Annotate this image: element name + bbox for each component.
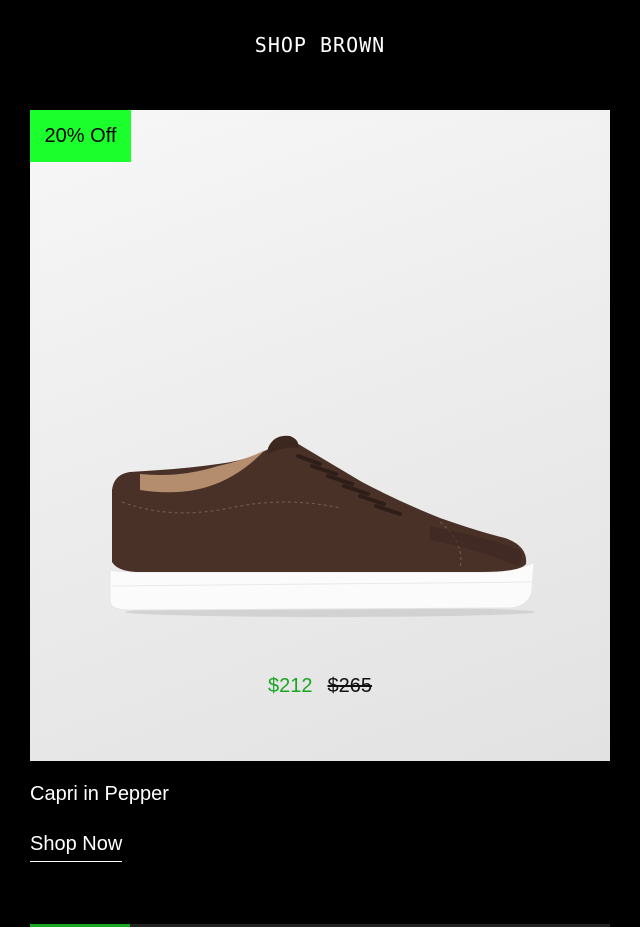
product-card[interactable]: 20% Off $212 $265 (30, 110, 610, 761)
sneaker-image[interactable] (100, 430, 540, 620)
price-row: $212 $265 (30, 675, 610, 698)
shop-now-link[interactable]: Shop Now (30, 833, 123, 862)
sale-price: $212 (268, 675, 313, 697)
shoe-upper (112, 441, 527, 572)
header: SHOP BROWN (0, 0, 640, 90)
page-title: SHOP BROWN (254, 33, 386, 57)
product-name[interactable]: Capri in Pepper (30, 783, 169, 806)
original-price: $265 (327, 675, 373, 697)
discount-badge: 20% Off (30, 110, 131, 162)
